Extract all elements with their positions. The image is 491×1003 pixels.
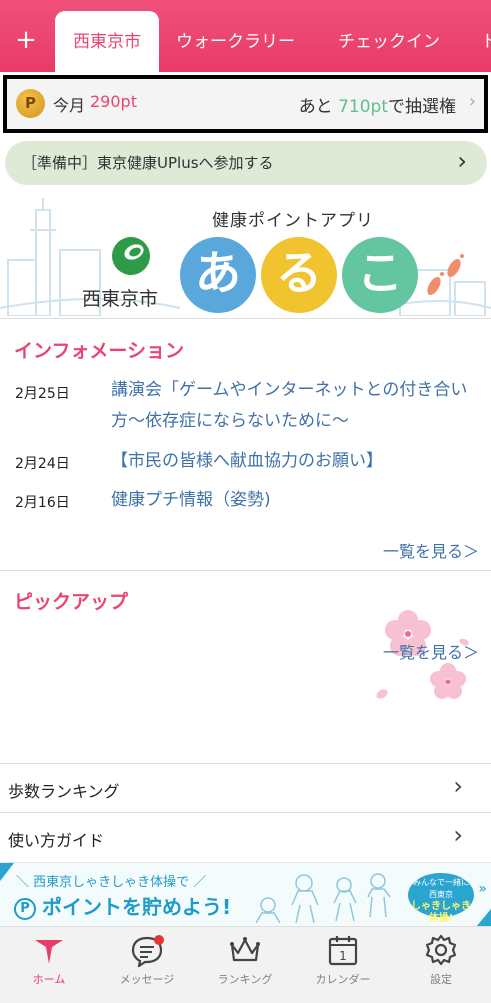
double-chevron-icon: »	[478, 881, 487, 897]
app-hero-logo: 健康ポイントアプリ 西東京市 あ る こ	[0, 190, 491, 316]
pickup-title: ピックアップ	[14, 591, 129, 613]
section-divider	[0, 318, 491, 319]
chevron-right-icon: ›	[468, 91, 476, 112]
step-ranking-label: 歩数ランキング	[8, 782, 120, 801]
promo-subtitle: ＼ 西東京しゃきしゃき体操で ／	[16, 875, 207, 890]
calendar-day: 1	[339, 949, 347, 963]
points-summary-bar[interactable]: P 今月 290pt あと 710ptで抽選権 ›	[3, 75, 488, 133]
crown-icon	[230, 937, 260, 962]
footprints-icon	[427, 254, 464, 296]
exercise-promo-banner[interactable]: ＼ 西東京しゃきしゃき体操で ／ P ポイントを貯めよう! みんなで一緒に 西東京…	[0, 862, 491, 926]
info-link[interactable]: 【市民の皆様へ献血協力のお願い】	[111, 446, 471, 477]
info-date: 2月16日	[15, 495, 70, 511]
this-month-label: 今月	[53, 96, 86, 115]
remaining-points-text: あと 710ptで抽選権	[299, 92, 456, 117]
promo-title: P ポイントを貯めよう!	[14, 891, 231, 920]
top-tab-bar: + 西東京市 ウォークラリー チェックイン ト	[0, 0, 491, 72]
city-name: 西東京市	[82, 288, 159, 310]
point-p-icon: P	[14, 898, 36, 920]
section-divider	[0, 570, 491, 571]
nav-settings-label: 設定	[430, 973, 452, 986]
nav-calendar[interactable]: 1 カレンダー	[294, 927, 392, 1003]
logo-char-a: あ	[180, 237, 256, 313]
tab-nishitokyo[interactable]: 西東京市	[55, 11, 159, 72]
promo-badge-line3: しゃきしゃき体操!	[411, 901, 471, 924]
chevron-right-icon: ›	[453, 821, 463, 849]
tab-check-in[interactable]: チェックイン	[338, 22, 440, 62]
nav-home-label: ホーム	[32, 973, 66, 986]
promo-badge: みんなで一緒に 西東京 しゃきしゃき体操!	[408, 873, 474, 924]
promo-badge-line2: 西東京	[429, 890, 453, 899]
promo-title-text: ポイントを貯めよう!	[42, 895, 232, 919]
info-link[interactable]: 健康プチ情報（姿勢)	[111, 485, 471, 516]
info-date: 2月25日	[15, 386, 70, 402]
usage-guide-label: 使い方ガイド	[8, 831, 105, 850]
nav-ranking-label: ランキング	[217, 973, 273, 986]
point-coin-icon: P	[16, 89, 45, 118]
nav-home[interactable]: ホーム	[0, 927, 98, 1003]
message-bubble-icon	[131, 935, 164, 967]
this-month-points: 290pt	[90, 92, 137, 111]
usage-guide-row[interactable]: 使い方ガイド ›	[0, 813, 491, 863]
add-tab-button[interactable]: +	[12, 26, 40, 54]
remaining-prefix: あと	[298, 97, 333, 117]
home-arrow-icon	[35, 940, 63, 964]
gear-icon	[425, 934, 457, 966]
calendar-icon: 1	[328, 936, 358, 966]
bottom-navigation: ホーム メッセージ ランキング 1 カレンダー 設定	[0, 926, 491, 1003]
nav-messages[interactable]: メッセージ	[98, 927, 196, 1003]
information-title: インフォメーション	[14, 340, 185, 362]
nav-ranking[interactable]: ランキング	[196, 927, 294, 1003]
chevron-right-icon: ›	[457, 147, 467, 175]
promo-badge-line1: みんなで一緒に	[413, 878, 469, 887]
uplus-join-text: ［準備中］東京健康UPlusへ参加する	[22, 154, 274, 172]
remaining-points-value: 710pt	[338, 97, 388, 117]
nav-calendar-label: カレンダー	[315, 973, 371, 986]
uplus-join-banner[interactable]: ［準備中］東京健康UPlusへ参加する ›	[5, 141, 487, 185]
information-see-all-link[interactable]: 一覧を見る＞	[383, 538, 479, 562]
tab-walk-rally[interactable]: ウォークラリー	[176, 22, 295, 62]
info-link[interactable]: 講演会「ゲームやインターネットとの付き合い方～依存症にならないために～	[111, 375, 471, 437]
info-date: 2月24日	[15, 456, 70, 472]
pickup-see-all-link[interactable]: 一覧を見る＞	[383, 639, 479, 663]
logo-char-ru: る	[261, 237, 337, 313]
remaining-suffix: で抽選権	[388, 97, 456, 117]
tab-overflow[interactable]: ト	[481, 22, 491, 62]
nav-messages-label: メッセージ	[119, 973, 175, 986]
city-emblem-icon	[112, 237, 150, 275]
chevron-right-icon: ›	[453, 772, 463, 800]
logo-char-ko: こ	[342, 237, 418, 313]
step-ranking-row[interactable]: 歩数ランキング ›	[0, 764, 491, 814]
app-tagline: 健康ポイントアプリ	[212, 211, 374, 231]
nav-settings[interactable]: 設定	[392, 927, 490, 1003]
